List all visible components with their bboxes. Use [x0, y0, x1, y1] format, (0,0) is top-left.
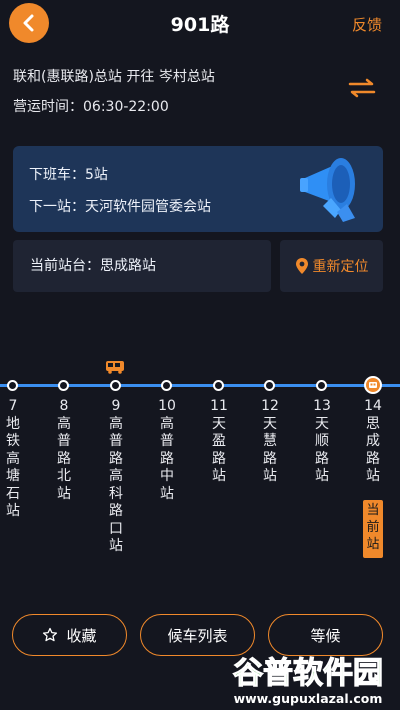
stop-number: 7	[8, 398, 18, 414]
megaphone-icon	[300, 158, 355, 222]
feedback-link[interactable]: 反馈	[352, 14, 382, 35]
bus-icon	[106, 361, 124, 374]
stop-number: 11	[210, 398, 228, 414]
stop-number: 10	[158, 398, 176, 414]
current-station: 当前站台：思成路站	[13, 240, 271, 292]
stop-item[interactable]: 10 高普路中站	[157, 398, 177, 503]
arrival-card: 下班车：5站 下一站：天河软件园管委会站	[13, 146, 383, 232]
stop-marker	[58, 380, 69, 391]
star-icon	[43, 627, 58, 642]
stop-name: 高普路北站	[57, 415, 71, 502]
stop-number: 12	[261, 398, 279, 414]
stop-number: 13	[313, 398, 331, 414]
stop-name: 高普路高科路口站	[109, 415, 123, 555]
stop-number: 8	[59, 398, 69, 414]
swap-direction-icon[interactable]	[348, 78, 376, 98]
stop-item[interactable]: 7 地铁高塘石站	[3, 398, 23, 521]
stop-item[interactable]: 9 高普路高科路口站	[106, 398, 126, 556]
favorite-label: 收藏	[66, 626, 97, 645]
stop-marker	[264, 380, 275, 391]
route-info: 联和(惠联路)总站 开往 岑村总站 营运时间：06:30-22:00	[13, 66, 215, 126]
watermark-logo: 谷普软件园 www.gupuxlazal.com	[232, 655, 383, 706]
watermark-brand: 谷普软件园	[233, 656, 383, 691]
route-direction: 联和(惠联路)总站 开往 岑村总站	[13, 69, 215, 85]
stop-number: 9	[111, 398, 121, 414]
stop-marker	[110, 380, 121, 391]
location-pin-icon	[295, 258, 308, 274]
stop-item-current[interactable]: 14 思成路站	[363, 398, 383, 486]
stop-number: 14	[364, 398, 382, 414]
next-stop: 下一站：天河软件园管委会站	[29, 199, 211, 215]
stop-item[interactable]: 8 高普路北站	[54, 398, 74, 503]
stop-name: 思成路站	[366, 415, 380, 485]
stop-marker	[316, 380, 327, 391]
stop-marker	[161, 380, 172, 391]
stop-item[interactable]: 12 天慧路站	[260, 398, 280, 486]
watermark-url: www.gupuxlazal.com	[234, 691, 383, 706]
operating-hours: 营运时间：06:30-22:00	[13, 99, 169, 115]
relocate-label: 重新定位	[312, 259, 369, 275]
stop-name: 天盈路站	[212, 415, 226, 485]
header: 901路 反馈	[0, 0, 400, 48]
stop-name: 天慧路站	[263, 415, 277, 485]
favorite-button[interactable]: 收藏	[12, 614, 127, 656]
page-title: 901路	[170, 14, 230, 36]
stop-item[interactable]: 11 天盈路站	[209, 398, 229, 486]
current-stop-badge: 当前站	[363, 500, 383, 558]
stops-remaining: 下班车：5站	[29, 167, 108, 183]
relocate-button[interactable]: 重新定位	[280, 240, 383, 292]
stop-name: 天顺路站	[315, 415, 329, 485]
current-stop-marker	[364, 376, 382, 394]
stop-name: 高普路中站	[160, 415, 174, 502]
stop-item[interactable]: 13 天顺路站	[312, 398, 332, 486]
stop-name: 地铁高塘石站	[6, 415, 20, 520]
bus-stop-icon	[369, 381, 377, 388]
stop-marker	[7, 380, 18, 391]
stop-marker	[213, 380, 224, 391]
